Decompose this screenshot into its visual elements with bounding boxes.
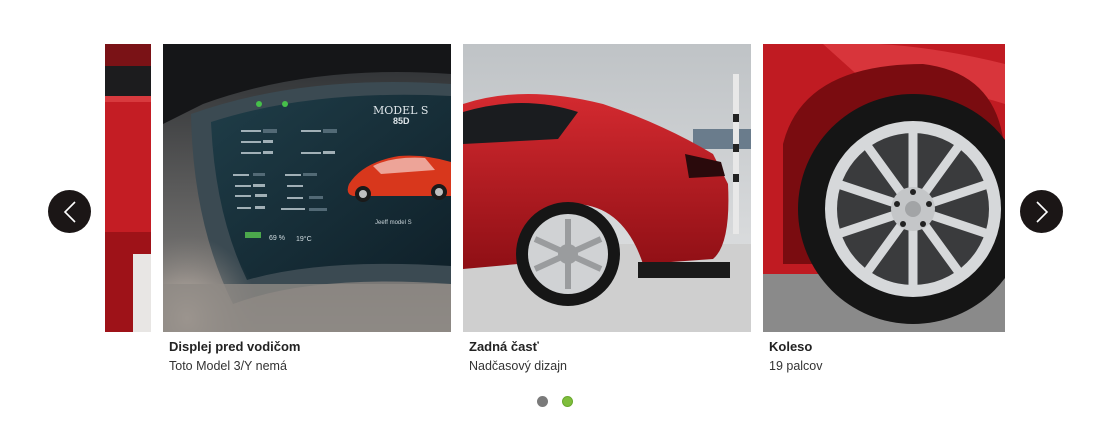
slide-image-rear bbox=[463, 44, 751, 332]
slide-subtitle: 19 palcov bbox=[769, 359, 823, 373]
slide-image-dashboard: MODEL S 85D Jeeff model S 69 % 19°C bbox=[163, 44, 451, 332]
carousel-slide-rear[interactable]: Zadná časť Nadčasový dizajn bbox=[463, 44, 751, 373]
carousel-pagination bbox=[537, 396, 573, 407]
slide-title: Zadná časť bbox=[469, 339, 539, 354]
chevron-right-icon bbox=[1035, 200, 1048, 223]
slide-subtitle: Nadčasový dizajn bbox=[469, 359, 567, 373]
chevron-left-icon bbox=[63, 200, 76, 223]
slide-image-wheel bbox=[763, 44, 1005, 332]
slide-title: Displej pred vodičom bbox=[169, 339, 301, 354]
dashboard-variant-text: 85D bbox=[393, 116, 410, 126]
carousel-slide-wheel[interactable]: Koleso 19 palcov bbox=[763, 44, 1005, 373]
carousel-viewport: MODEL S 85D Jeeff model S 69 % 19°C Disp… bbox=[105, 44, 1005, 384]
slide-image-red-body bbox=[105, 44, 151, 332]
carousel-slide-dashboard[interactable]: MODEL S 85D Jeeff model S 69 % 19°C Disp… bbox=[163, 44, 451, 373]
dashboard-battery-text: 69 % bbox=[269, 235, 285, 242]
dashboard-temperature-text: 19°C bbox=[296, 235, 312, 243]
slide-title: Koleso bbox=[769, 339, 813, 354]
dashboard-name-text: Jeeff model S bbox=[375, 220, 412, 226]
prev-button[interactable] bbox=[48, 190, 91, 233]
next-button[interactable] bbox=[1020, 190, 1063, 233]
pagination-dot-2-active[interactable] bbox=[562, 396, 573, 407]
carousel-slide-partial[interactable] bbox=[105, 44, 151, 332]
slide-subtitle: Toto Model 3/Y nemá bbox=[169, 359, 287, 373]
pagination-dot-1[interactable] bbox=[537, 396, 548, 407]
